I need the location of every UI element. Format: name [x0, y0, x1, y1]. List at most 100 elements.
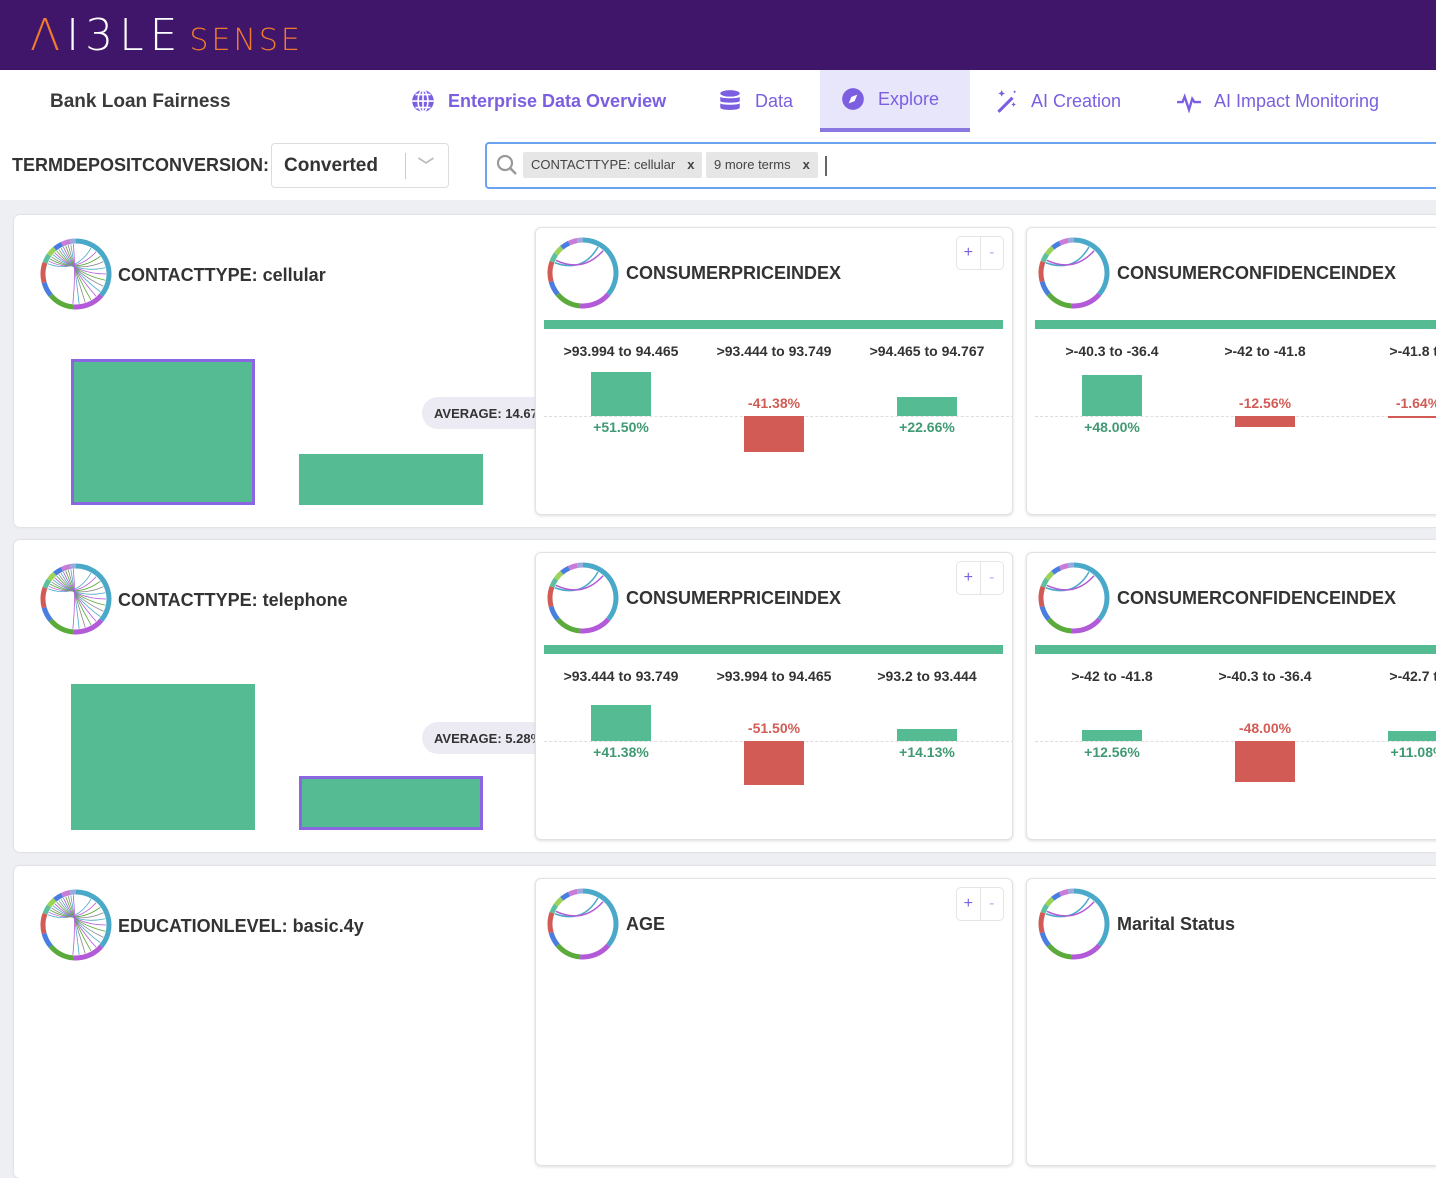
chord-diagram-icon — [40, 238, 112, 310]
insight-section: CONTACTTYPE: telephone AVERAGE: 5.28% CONS… — [14, 540, 1436, 852]
positive-bar[interactable] — [591, 371, 651, 416]
zoom-controls: + - — [956, 887, 1004, 921]
zoom-out-button[interactable]: - — [979, 237, 1004, 269]
bin-label: >93.444 to 93.749 — [716, 343, 832, 359]
compass-icon — [842, 88, 864, 110]
app-header: ΛI3LE SENSE — [0, 0, 1436, 70]
tab-ai-creation[interactable]: AI Creation — [973, 70, 1141, 132]
bar-value: -41.38% — [747, 395, 801, 411]
feature-card[interactable]: CONSUMERPRICEINDEX + - >93.994 to 94.465 +51… — [535, 227, 1013, 515]
chip-label: 9 more terms — [714, 157, 791, 172]
positive-bar[interactable] — [897, 728, 957, 741]
negative-bar[interactable] — [744, 741, 804, 786]
overall-bar — [1035, 645, 1436, 654]
tab-label: Data — [755, 90, 794, 111]
chord-diagram-icon — [1038, 237, 1110, 309]
chord-diagram-icon — [547, 562, 619, 634]
tab-label: Explore — [878, 88, 940, 109]
positive-bar[interactable] — [591, 705, 651, 741]
project-title: Bank Loan Fairness — [50, 91, 231, 112]
filter-chip: CONTACTTYPE: cellular x — [523, 152, 703, 178]
tab-data[interactable]: Data — [697, 70, 813, 132]
tab-enterprise-data-overview[interactable]: Enterprise Data Overview — [390, 70, 686, 132]
feature-card[interactable]: CONSUMERCONFIDENCEINDEX >-40.3 to -36.4 +4… — [1026, 227, 1436, 515]
zoom-out-button[interactable]: - — [979, 562, 1004, 594]
tab-explore[interactable]: Explore — [820, 70, 970, 132]
segment-bar[interactable] — [299, 775, 483, 830]
bin-label: >-41.8 to — [1389, 343, 1436, 359]
chord-diagram-icon — [1038, 888, 1110, 960]
bar-value: -51.50% — [747, 720, 801, 736]
bin-label: >-42 to -41.8 — [1224, 343, 1306, 359]
bar-value: +14.13% — [899, 744, 955, 760]
zoom-in-button[interactable]: + — [957, 888, 980, 920]
tab-label: AI Impact Monitoring — [1214, 90, 1380, 111]
chord-diagram-icon — [1038, 562, 1110, 634]
feature-title: AGE — [626, 914, 666, 934]
remove-chip-button[interactable]: x — [687, 157, 694, 172]
positive-bar[interactable] — [1082, 730, 1142, 741]
target-value-select[interactable]: Converted ﹀ — [271, 143, 449, 188]
overall-bar — [544, 320, 1003, 329]
zoom-in-button[interactable]: + — [957, 237, 980, 269]
positive-bar[interactable] — [1388, 731, 1436, 741]
bar-value: -48.00% — [1238, 720, 1292, 736]
negative-bar[interactable] — [1235, 741, 1295, 783]
bar-value: -12.56% — [1238, 395, 1292, 411]
divider — [405, 153, 406, 179]
bin-label: >93.444 to 93.749 — [563, 668, 679, 684]
feature-title: CONSUMERCONFIDENCEINDEX — [1117, 263, 1397, 283]
tab-label: Enterprise Data Overview — [448, 90, 667, 111]
feature-title: CONSUMERPRICEINDEX — [626, 588, 842, 608]
bar-value: +41.38% — [593, 744, 649, 760]
negative-bar[interactable] — [744, 416, 804, 452]
feature-card[interactable]: Marital Status — [1026, 878, 1436, 1166]
zoom-out-button[interactable]: - — [979, 888, 1004, 920]
segment-bar[interactable] — [299, 453, 483, 505]
zoom-in-button[interactable]: + — [957, 562, 980, 594]
feature-card[interactable]: AGE + - — [535, 878, 1013, 1166]
selected-value: Converted — [284, 155, 378, 176]
insight-section: EDUCATIONLEVEL: basic.4y AGE + - Marital Sta… — [14, 866, 1436, 1178]
filter-chip: 9 more terms x — [706, 152, 818, 178]
zoom-controls: + - — [956, 561, 1004, 595]
text-cursor — [825, 156, 827, 176]
search-icon — [496, 154, 517, 175]
bin-label: >93.2 to 93.444 — [877, 668, 977, 684]
search-input[interactable]: CONTACTTYPE: cellular x 9 more terms x — [485, 142, 1436, 189]
negative-bar[interactable] — [1235, 416, 1295, 427]
tab-label: AI Creation — [1031, 90, 1122, 111]
chevron-down-icon: ﹀ — [418, 158, 435, 175]
nav-bar: Bank Loan Fairness Enterprise Data Overv… — [0, 70, 1436, 132]
positive-bar[interactable] — [1082, 374, 1142, 416]
overall-bar — [544, 645, 1003, 654]
section-title: EDUCATIONLEVEL: basic.4y — [118, 916, 364, 936]
bin-label: >93.994 to 94.465 — [563, 343, 679, 359]
feature-card[interactable]: CONSUMERPRICEINDEX + - >93.444 to 93.749 +41… — [535, 552, 1013, 840]
feature-title: Marital Status — [1117, 914, 1236, 934]
remove-chip-button[interactable]: x — [803, 157, 810, 172]
chord-diagram-icon — [40, 889, 112, 961]
segment-bar[interactable] — [71, 684, 255, 830]
feature-title: CONSUMERCONFIDENCEINDEX — [1117, 588, 1397, 608]
zoom-controls: + - — [956, 236, 1004, 270]
positive-bar[interactable] — [897, 396, 957, 416]
section-title: CONTACTTYPE: telephone — [118, 590, 348, 610]
negative-bar[interactable] — [1388, 416, 1436, 418]
insight-section: CONTACTTYPE: cellular AVERAGE: 14.67% CONS… — [14, 215, 1436, 527]
database-icon — [720, 90, 740, 110]
segment-bar[interactable] — [71, 359, 255, 505]
section-title: CONTACTTYPE: cellular — [118, 265, 326, 285]
tab-ai-impact-monitoring[interactable]: AI Impact Monitoring — [1156, 70, 1399, 132]
bin-label: >-40.3 to -36.4 — [1218, 668, 1312, 684]
pulse-icon — [1177, 93, 1201, 114]
overall-bar — [1035, 320, 1436, 329]
chord-diagram-icon — [40, 563, 112, 635]
bar-value: +48.00% — [1084, 419, 1140, 435]
logo[interactable]: ΛI3LE SENSE — [30, 10, 303, 61]
magic-wand-icon — [997, 90, 1017, 113]
bin-label: >-40.3 to -36.4 — [1065, 343, 1159, 359]
feature-title: CONSUMERPRICEINDEX — [626, 263, 842, 283]
feature-card[interactable]: CONSUMERCONFIDENCEINDEX >-42 to -41.8 +12.… — [1026, 552, 1436, 840]
bar-value: +51.50% — [593, 419, 649, 435]
